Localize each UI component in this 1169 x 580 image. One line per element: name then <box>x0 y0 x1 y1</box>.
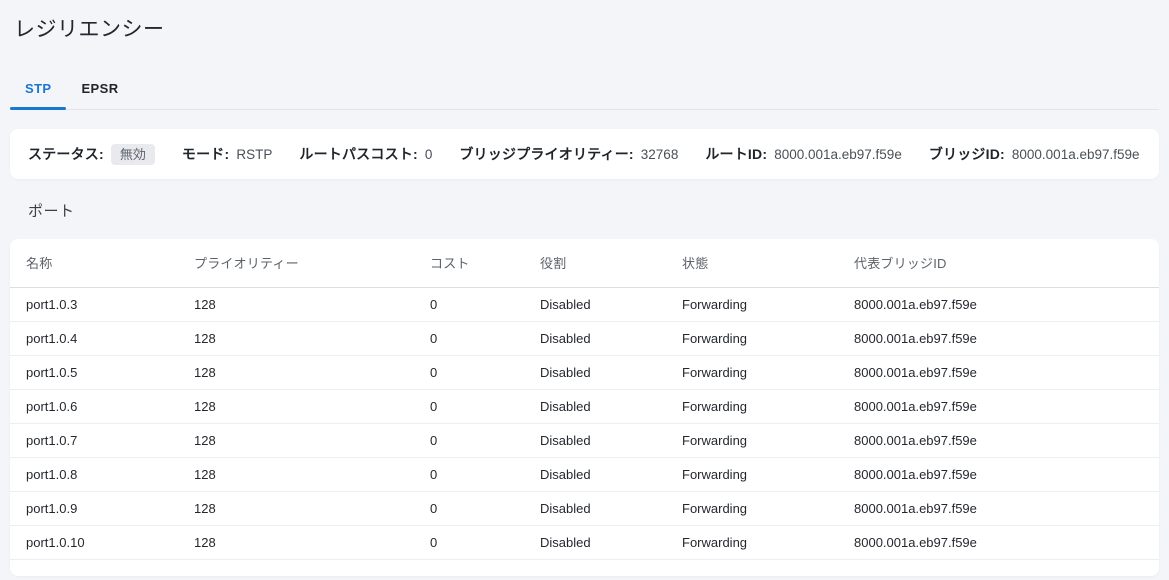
cell-cost: 0 <box>414 525 524 559</box>
cell-role: Disabled <box>524 287 666 321</box>
table-row: port1.0.3 128 0 Disabled Forwarding 8000… <box>10 287 1159 321</box>
cell-role: Disabled <box>524 525 666 559</box>
root-path-cost-value: 0 <box>425 147 433 162</box>
cell-cost: 0 <box>414 423 524 457</box>
cell-designated-bridge-id: 8000.001a.eb97.f59e <box>838 491 1159 525</box>
cell-designated-bridge-id: 8000.001a.eb97.f59e <box>838 525 1159 559</box>
table-row: port1.0.9 128 0 Disabled Forwarding 8000… <box>10 491 1159 525</box>
column-header-designated-bridge-id: 代表ブリッジID <box>838 239 1159 287</box>
summary-item-root-path-cost: ルートパスコスト: 0 <box>299 144 432 164</box>
cell-priority: 128 <box>178 389 414 423</box>
ports-table: 名称 プライオリティー コスト 役割 状態 代表ブリッジID port1.0.3… <box>10 239 1159 560</box>
mode-value: RSTP <box>236 147 272 162</box>
table-row: port1.0.7 128 0 Disabled Forwarding 8000… <box>10 423 1159 457</box>
cell-designated-bridge-id: 8000.001a.eb97.f59e <box>838 355 1159 389</box>
cell-designated-bridge-id: 8000.001a.eb97.f59e <box>838 287 1159 321</box>
cell-port-name: port1.0.4 <box>10 321 178 355</box>
status-label: ステータス: <box>28 144 104 164</box>
cell-cost: 0 <box>414 355 524 389</box>
cell-state: Forwarding <box>666 389 838 423</box>
ports-table-card: 名称 プライオリティー コスト 役割 状態 代表ブリッジID port1.0.3… <box>10 239 1159 576</box>
cell-priority: 128 <box>178 287 414 321</box>
mode-label: モード: <box>182 144 229 164</box>
tab-bar: STP EPSR <box>10 69 1159 110</box>
cell-designated-bridge-id: 8000.001a.eb97.f59e <box>838 423 1159 457</box>
table-body: port1.0.3 128 0 Disabled Forwarding 8000… <box>10 287 1159 559</box>
bridge-id-value: 8000.001a.eb97.f59e <box>1012 147 1140 162</box>
cell-port-name: port1.0.10 <box>10 525 178 559</box>
summary-item-root-id: ルートID: 8000.001a.eb97.f59e <box>705 144 902 164</box>
cell-priority: 128 <box>178 423 414 457</box>
bridge-priority-label: ブリッジプライオリティー: <box>459 144 633 164</box>
cell-priority: 128 <box>178 491 414 525</box>
summary-item-bridge-priority: ブリッジプライオリティー: 32768 <box>459 144 678 164</box>
column-header-role: 役割 <box>524 239 666 287</box>
page-title: レジリエンシー <box>14 13 1155 43</box>
cell-cost: 0 <box>414 457 524 491</box>
root-path-cost-label: ルートパスコスト: <box>299 144 417 164</box>
cell-state: Forwarding <box>666 321 838 355</box>
cell-role: Disabled <box>524 457 666 491</box>
table-row: port1.0.8 128 0 Disabled Forwarding 8000… <box>10 457 1159 491</box>
cell-state: Forwarding <box>666 355 838 389</box>
cell-cost: 0 <box>414 389 524 423</box>
column-header-cost: コスト <box>414 239 524 287</box>
summary-item-bridge-id: ブリッジID: 8000.001a.eb97.f59e <box>929 144 1140 164</box>
table-row: port1.0.4 128 0 Disabled Forwarding 8000… <box>10 321 1159 355</box>
tab-stp[interactable]: STP <box>10 69 66 109</box>
cell-priority: 128 <box>178 355 414 389</box>
root-id-label: ルートID: <box>705 144 767 164</box>
stp-summary-card: ステータス: 無効 モード: RSTP ルートパスコスト: 0 ブリッジプライオ… <box>10 129 1159 179</box>
cell-role: Disabled <box>524 491 666 525</box>
cell-cost: 0 <box>414 321 524 355</box>
cell-port-name: port1.0.6 <box>10 389 178 423</box>
cell-priority: 128 <box>178 457 414 491</box>
cell-state: Forwarding <box>666 287 838 321</box>
status-badge: 無効 <box>111 144 155 165</box>
summary-item-status: ステータス: 無効 <box>28 144 155 165</box>
table-row: port1.0.5 128 0 Disabled Forwarding 8000… <box>10 355 1159 389</box>
cell-port-name: port1.0.8 <box>10 457 178 491</box>
page-header: レジリエンシー <box>0 0 1169 43</box>
cell-designated-bridge-id: 8000.001a.eb97.f59e <box>838 457 1159 491</box>
cell-port-name: port1.0.7 <box>10 423 178 457</box>
cell-priority: 128 <box>178 321 414 355</box>
table-header-row: 名称 プライオリティー コスト 役割 状態 代表ブリッジID <box>10 239 1159 287</box>
cell-role: Disabled <box>524 321 666 355</box>
root-id-value: 8000.001a.eb97.f59e <box>774 147 902 162</box>
cell-role: Disabled <box>524 423 666 457</box>
table-row: port1.0.6 128 0 Disabled Forwarding 8000… <box>10 389 1159 423</box>
ports-section-title: ポート <box>28 200 1169 221</box>
cell-port-name: port1.0.3 <box>10 287 178 321</box>
resiliency-page: レジリエンシー STP EPSR ステータス: 無効 モード: RSTP ルート… <box>0 0 1169 576</box>
table-row: port1.0.10 128 0 Disabled Forwarding 800… <box>10 525 1159 559</box>
cell-priority: 128 <box>178 525 414 559</box>
bridge-id-label: ブリッジID: <box>929 144 1005 164</box>
column-header-state: 状態 <box>666 239 838 287</box>
cell-cost: 0 <box>414 287 524 321</box>
summary-item-mode: モード: RSTP <box>182 144 272 164</box>
cell-designated-bridge-id: 8000.001a.eb97.f59e <box>838 389 1159 423</box>
bridge-priority-value: 32768 <box>641 147 679 162</box>
column-header-priority: プライオリティー <box>178 239 414 287</box>
column-header-name: 名称 <box>10 239 178 287</box>
cell-state: Forwarding <box>666 491 838 525</box>
tab-epsr[interactable]: EPSR <box>66 69 133 109</box>
cell-state: Forwarding <box>666 457 838 491</box>
cell-cost: 0 <box>414 491 524 525</box>
cell-port-name: port1.0.9 <box>10 491 178 525</box>
cell-port-name: port1.0.5 <box>10 355 178 389</box>
cell-state: Forwarding <box>666 423 838 457</box>
cell-role: Disabled <box>524 389 666 423</box>
cell-role: Disabled <box>524 355 666 389</box>
cell-state: Forwarding <box>666 525 838 559</box>
cell-designated-bridge-id: 8000.001a.eb97.f59e <box>838 321 1159 355</box>
